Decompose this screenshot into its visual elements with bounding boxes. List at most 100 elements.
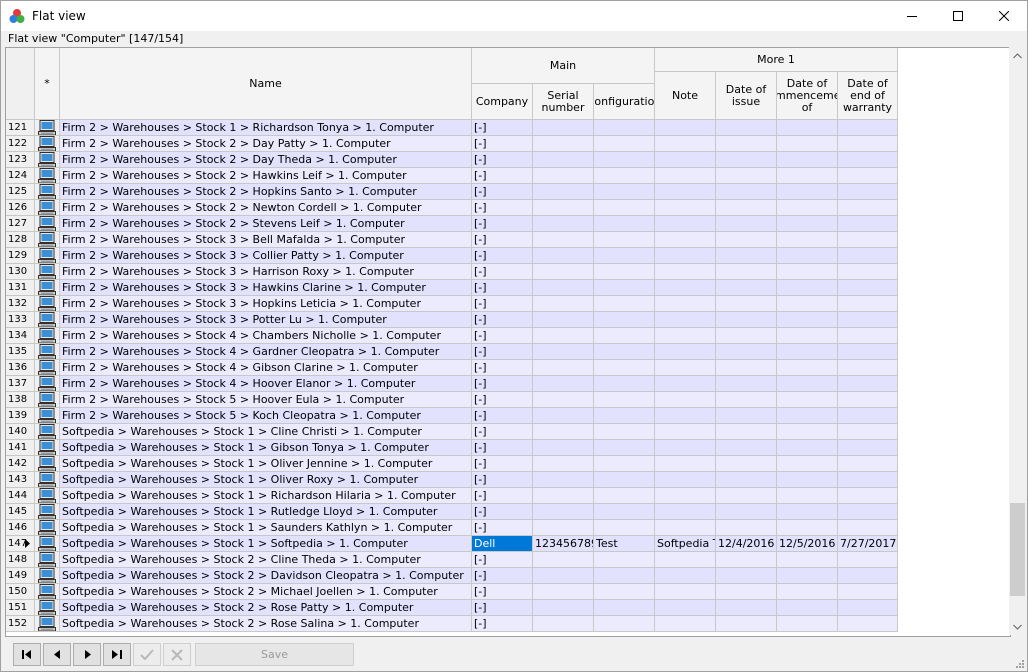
date-of-issue-cell[interactable] xyxy=(716,248,777,264)
serial-number-cell[interactable] xyxy=(533,280,594,296)
serial-number-cell[interactable] xyxy=(533,472,594,488)
table-row[interactable]: 121 Firm 2 > Warehouses > Stock 1 > Richa… xyxy=(6,120,898,136)
date-of-end-of-warranty-cell[interactable] xyxy=(838,504,898,520)
configuration-cell[interactable] xyxy=(594,408,655,424)
row-number[interactable]: 145 xyxy=(6,504,35,520)
note-cell[interactable] xyxy=(655,168,716,184)
date-of-end-of-warranty-cell[interactable] xyxy=(838,312,898,328)
configuration-cell[interactable] xyxy=(594,280,655,296)
note-cell[interactable] xyxy=(655,152,716,168)
date-of-issue-cell[interactable] xyxy=(716,328,777,344)
configuration-cell[interactable] xyxy=(594,200,655,216)
table-row[interactable]: 128 Firm 2 > Warehouses > Stock 3 > Bell … xyxy=(6,232,898,248)
minimize-button[interactable] xyxy=(889,1,935,31)
row-number[interactable]: 141 xyxy=(6,440,35,456)
note-cell[interactable] xyxy=(655,488,716,504)
table-row[interactable]: 145 Softpedia > Warehouses > Stock 1 > Ru… xyxy=(6,504,898,520)
name-cell[interactable]: Firm 2 > Warehouses > Stock 2 > Hopkins … xyxy=(60,184,472,200)
row-number[interactable]: 128 xyxy=(6,232,35,248)
configuration-cell[interactable] xyxy=(594,520,655,536)
configuration-cell[interactable] xyxy=(594,584,655,600)
serial-number-cell[interactable] xyxy=(533,360,594,376)
configuration-cell[interactable] xyxy=(594,440,655,456)
configuration-cell[interactable] xyxy=(594,456,655,472)
date-of-end-of-warranty-cell[interactable] xyxy=(838,120,898,136)
date-of-commencement-cell[interactable] xyxy=(777,312,838,328)
serial-number-cell[interactable] xyxy=(533,616,594,632)
row-number[interactable]: 143 xyxy=(6,472,35,488)
table-row[interactable]: 148 Softpedia > Warehouses > Stock 2 > Cl… xyxy=(6,552,898,568)
date-of-issue-cell[interactable] xyxy=(716,120,777,136)
row-number[interactable]: 131 xyxy=(6,280,35,296)
company-cell[interactable]: [-] xyxy=(472,296,533,312)
serial-number-cell[interactable] xyxy=(533,136,594,152)
apply-button[interactable] xyxy=(133,643,161,666)
date-of-issue-cell[interactable]: 12/4/2016 xyxy=(716,536,777,552)
row-number[interactable]: 138 xyxy=(6,392,35,408)
name-cell[interactable]: Softpedia > Warehouses > Stock 2 > David… xyxy=(60,568,472,584)
table-row[interactable]: 144 Softpedia > Warehouses > Stock 1 > Ri… xyxy=(6,488,898,504)
configuration-cell[interactable] xyxy=(594,248,655,264)
serial-number-cell[interactable] xyxy=(533,184,594,200)
name-cell[interactable]: Softpedia > Warehouses > Stock 1 > Gibso… xyxy=(60,440,472,456)
company-cell[interactable]: [-] xyxy=(472,184,533,200)
date-of-commencement-cell[interactable] xyxy=(777,184,838,200)
date-of-end-of-warranty-cell[interactable] xyxy=(838,264,898,280)
table-row[interactable]: 134 Firm 2 > Warehouses > Stock 4 > Chamb… xyxy=(6,328,898,344)
date-of-end-of-warranty-cell[interactable] xyxy=(838,280,898,296)
date-of-commencement-cell[interactable] xyxy=(777,520,838,536)
serial-number-cell[interactable] xyxy=(533,392,594,408)
date-of-commencement-cell[interactable] xyxy=(777,568,838,584)
date-of-commencement-cell[interactable] xyxy=(777,152,838,168)
date-of-end-of-warranty-cell[interactable] xyxy=(838,136,898,152)
date-of-commencement-cell[interactable] xyxy=(777,296,838,312)
company-cell[interactable]: [-] xyxy=(472,360,533,376)
date-of-end-of-warranty-cell[interactable] xyxy=(838,328,898,344)
serial-number-cell[interactable] xyxy=(533,344,594,360)
date-of-end-of-warranty-cell[interactable] xyxy=(838,376,898,392)
serial-number-cell[interactable] xyxy=(533,312,594,328)
name-cell[interactable]: Softpedia > Warehouses > Stock 2 > Cline… xyxy=(60,552,472,568)
serial-number-cell[interactable] xyxy=(533,424,594,440)
row-number[interactable]: 129 xyxy=(6,248,35,264)
configuration-cell[interactable] xyxy=(594,328,655,344)
next-record-button[interactable] xyxy=(73,643,101,666)
serial-number-cell[interactable] xyxy=(533,456,594,472)
date-of-issue-cell[interactable] xyxy=(716,520,777,536)
date-of-commencement-cell[interactable]: 12/5/2016 xyxy=(777,536,838,552)
date-of-end-of-warranty-cell[interactable] xyxy=(838,232,898,248)
date-of-commencement-cell[interactable] xyxy=(777,616,838,632)
date-of-commencement-cell[interactable] xyxy=(777,200,838,216)
serial-number-cell[interactable] xyxy=(533,376,594,392)
date-of-issue-cell[interactable] xyxy=(716,296,777,312)
row-number[interactable]: 152 xyxy=(6,616,35,632)
configuration-cell[interactable]: Test xyxy=(594,536,655,552)
row-number[interactable]: 123 xyxy=(6,152,35,168)
configuration-cell[interactable] xyxy=(594,552,655,568)
date-of-issue-cell[interactable] xyxy=(716,280,777,296)
date-of-issue-cell[interactable] xyxy=(716,264,777,280)
table-row[interactable]: 152 Softpedia > Warehouses > Stock 2 > Ro… xyxy=(6,616,898,632)
row-number[interactable]: 134 xyxy=(6,328,35,344)
name-cell[interactable]: Softpedia > Warehouses > Stock 1 > Olive… xyxy=(60,472,472,488)
date-of-end-of-warranty-cell[interactable] xyxy=(838,616,898,632)
note-column-header[interactable]: Note xyxy=(655,72,716,120)
company-cell[interactable]: [-] xyxy=(472,312,533,328)
table-row[interactable]: 142 Softpedia > Warehouses > Stock 1 > Ol… xyxy=(6,456,898,472)
date-of-issue-column-header[interactable]: Date of issue xyxy=(716,72,777,120)
table-row[interactable]: 122 Firm 2 > Warehouses > Stock 2 > Day P… xyxy=(6,136,898,152)
scroll-thumb[interactable] xyxy=(1010,503,1025,596)
date-of-commencement-cell[interactable] xyxy=(777,120,838,136)
name-cell[interactable]: Firm 2 > Warehouses > Stock 4 > Chambers… xyxy=(60,328,472,344)
date-of-issue-cell[interactable] xyxy=(716,600,777,616)
date-of-commencement-cell[interactable] xyxy=(777,264,838,280)
name-cell[interactable]: Softpedia > Warehouses > Stock 1 > Cline… xyxy=(60,424,472,440)
serial-number-cell[interactable] xyxy=(533,552,594,568)
company-cell[interactable]: [-] xyxy=(472,136,533,152)
name-column-header[interactable]: Name xyxy=(60,48,472,120)
first-record-button[interactable] xyxy=(13,643,41,666)
date-of-commencement-cell[interactable] xyxy=(777,216,838,232)
date-of-issue-cell[interactable] xyxy=(716,200,777,216)
name-cell[interactable]: Firm 2 > Warehouses > Stock 4 > Hoover E… xyxy=(60,376,472,392)
company-cell[interactable]: [-] xyxy=(472,520,533,536)
